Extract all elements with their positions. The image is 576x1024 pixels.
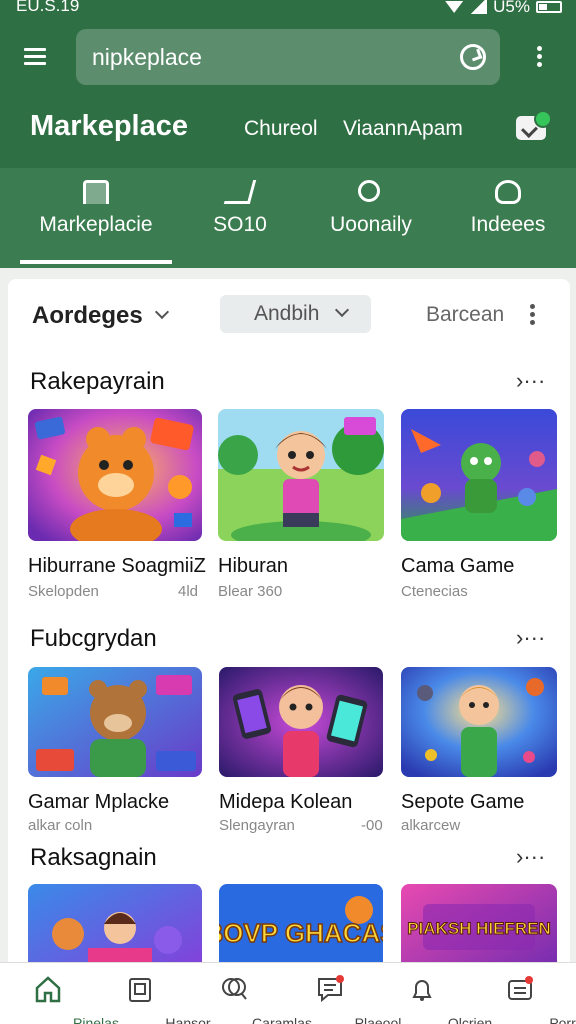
nav-olcrien[interactable]: Olcrien — [374, 963, 492, 1024]
game-card[interactable]: Midepa Kolean Slengayran -00 — [219, 667, 383, 843]
nav-porrel[interactable]: Porrel — [472, 963, 576, 1024]
home-icon — [35, 976, 61, 1003]
active-tab-indicator — [20, 260, 172, 264]
category-dropdown[interactable]: Andbih — [220, 295, 371, 333]
search-input[interactable] — [92, 39, 452, 75]
tab-label: Indeees — [470, 213, 546, 236]
section-title: Raksagnain — [30, 844, 157, 871]
section-more-arrow-icon[interactable]: ›··· — [516, 844, 545, 870]
game-title: Gamar Mplacke — [28, 791, 170, 813]
battery-icon — [536, 1, 562, 13]
store-icon — [83, 180, 109, 204]
game-thumbnail — [28, 409, 202, 541]
game-thumbnail — [28, 667, 202, 777]
chat-icon — [318, 975, 344, 1003]
tab-uoonaily[interactable]: Uoonaily — [318, 168, 424, 268]
game-subtitle: Skelopden — [28, 583, 99, 600]
filter-more-icon[interactable] — [525, 301, 539, 329]
tab-label: Uoonaily — [330, 213, 412, 236]
search-icon — [358, 180, 380, 202]
banner-text: BOVP GHACAS — [219, 918, 383, 948]
content-card: Aordeges Andbih Barcean Rakepayrain ›··· — [8, 279, 570, 979]
status-icons: U5% — [445, 0, 562, 17]
refresh-icon[interactable] — [460, 44, 486, 70]
cart-icon — [223, 180, 257, 204]
search-bar[interactable] — [76, 29, 500, 85]
chevron-down-icon — [334, 302, 350, 318]
wifi-icon — [445, 1, 464, 13]
nav-hansor[interactable]: Hansor — [92, 963, 211, 1024]
game-subtitle: alkar coln — [28, 817, 93, 834]
app-header: EU.S.19 U5% Markeplace Chureol ViaannApa… — [0, 0, 576, 268]
dropdown-value: Andbih — [254, 302, 320, 325]
game-subtitle: alkarcew — [401, 817, 461, 834]
game-subtitle: Slengayran — [219, 817, 295, 834]
more-options-icon[interactable] — [530, 43, 548, 73]
game-card[interactable]: Hiburan Blear 360 — [218, 409, 384, 600]
tab-indeees[interactable]: Indeees — [458, 168, 558, 268]
game-thumbnail — [401, 409, 557, 541]
game-title: Hiburan — [218, 555, 289, 577]
section-title: Fubcgrydan — [30, 625, 157, 652]
tab-bar: Markeplacie SO10 Uoonaily Indeees — [0, 168, 576, 268]
game-title: Sepote Game — [401, 791, 525, 813]
user-icon — [495, 180, 521, 204]
page-title: Markeplace — [30, 110, 188, 142]
tab-label: Markeplacie — [39, 213, 153, 236]
search-icon — [222, 978, 247, 1000]
game-subtitle: Blear 360 — [218, 583, 283, 600]
game-thumbnail — [218, 409, 384, 541]
tab-label: SO10 — [213, 213, 267, 236]
hamburger-menu-icon[interactable] — [24, 44, 52, 70]
messages-icon[interactable] — [516, 110, 552, 140]
game-meta: 4ld — [178, 583, 199, 600]
game-thumbnail — [401, 667, 557, 777]
inbox-icon — [508, 976, 533, 1000]
game-card[interactable]: Sepote Game alkarcew — [401, 667, 557, 843]
nav-home[interactable]: Pinelas — [0, 963, 119, 1024]
nav-label: Porrel — [549, 1015, 576, 1024]
game-thumbnail — [219, 667, 383, 777]
bell-icon — [412, 980, 432, 1001]
game-card[interactable]: Hiburrane SoagmiiZ Skelopden 4ld — [28, 409, 206, 600]
header-link-2[interactable]: ViaannApam — [343, 117, 463, 141]
game-card[interactable]: Gamar Mplacke alkar coln — [28, 667, 202, 843]
status-bar: EU.S.19 U5% — [0, 0, 576, 18]
battery-percent: U5% — [493, 0, 530, 16]
clipboard-icon — [129, 978, 151, 1002]
section-title: Rakepayrain — [30, 368, 165, 395]
status-time: EU.S.19 — [16, 0, 80, 15]
signal-icon — [469, 0, 488, 14]
tab-so10[interactable]: SO10 — [190, 168, 290, 268]
bottom-navigation: Pinelas Hansor Caramlas Plaeool Olcrien … — [0, 962, 576, 1024]
game-title: Hiburrane SoagmiiZ — [28, 555, 206, 577]
game-title: Cama Game — [401, 555, 515, 577]
nav-plaeool[interactable]: Plaeool — [282, 963, 401, 1024]
section-more-arrow-icon[interactable]: ›··· — [516, 625, 545, 651]
nav-caramlas[interactable]: Caramlas — [186, 963, 312, 1024]
game-card[interactable]: Cama Game Ctenecias — [401, 409, 557, 600]
section-more-arrow-icon[interactable]: ›··· — [516, 368, 545, 394]
sort-filter[interactable]: Aordeges — [32, 302, 143, 330]
tab-marketplace[interactable]: Markeplacie — [20, 168, 172, 268]
secondary-filter[interactable]: Barcean — [426, 303, 504, 327]
game-meta: -00 — [361, 817, 383, 834]
chevron-down-icon[interactable] — [154, 304, 170, 320]
header-link-1[interactable]: Chureol — [244, 117, 318, 141]
banner-text: PIAKSH HIEFREN — [407, 919, 551, 938]
game-subtitle: Ctenecias — [401, 583, 468, 600]
game-title: Midepa Kolean — [219, 791, 353, 813]
